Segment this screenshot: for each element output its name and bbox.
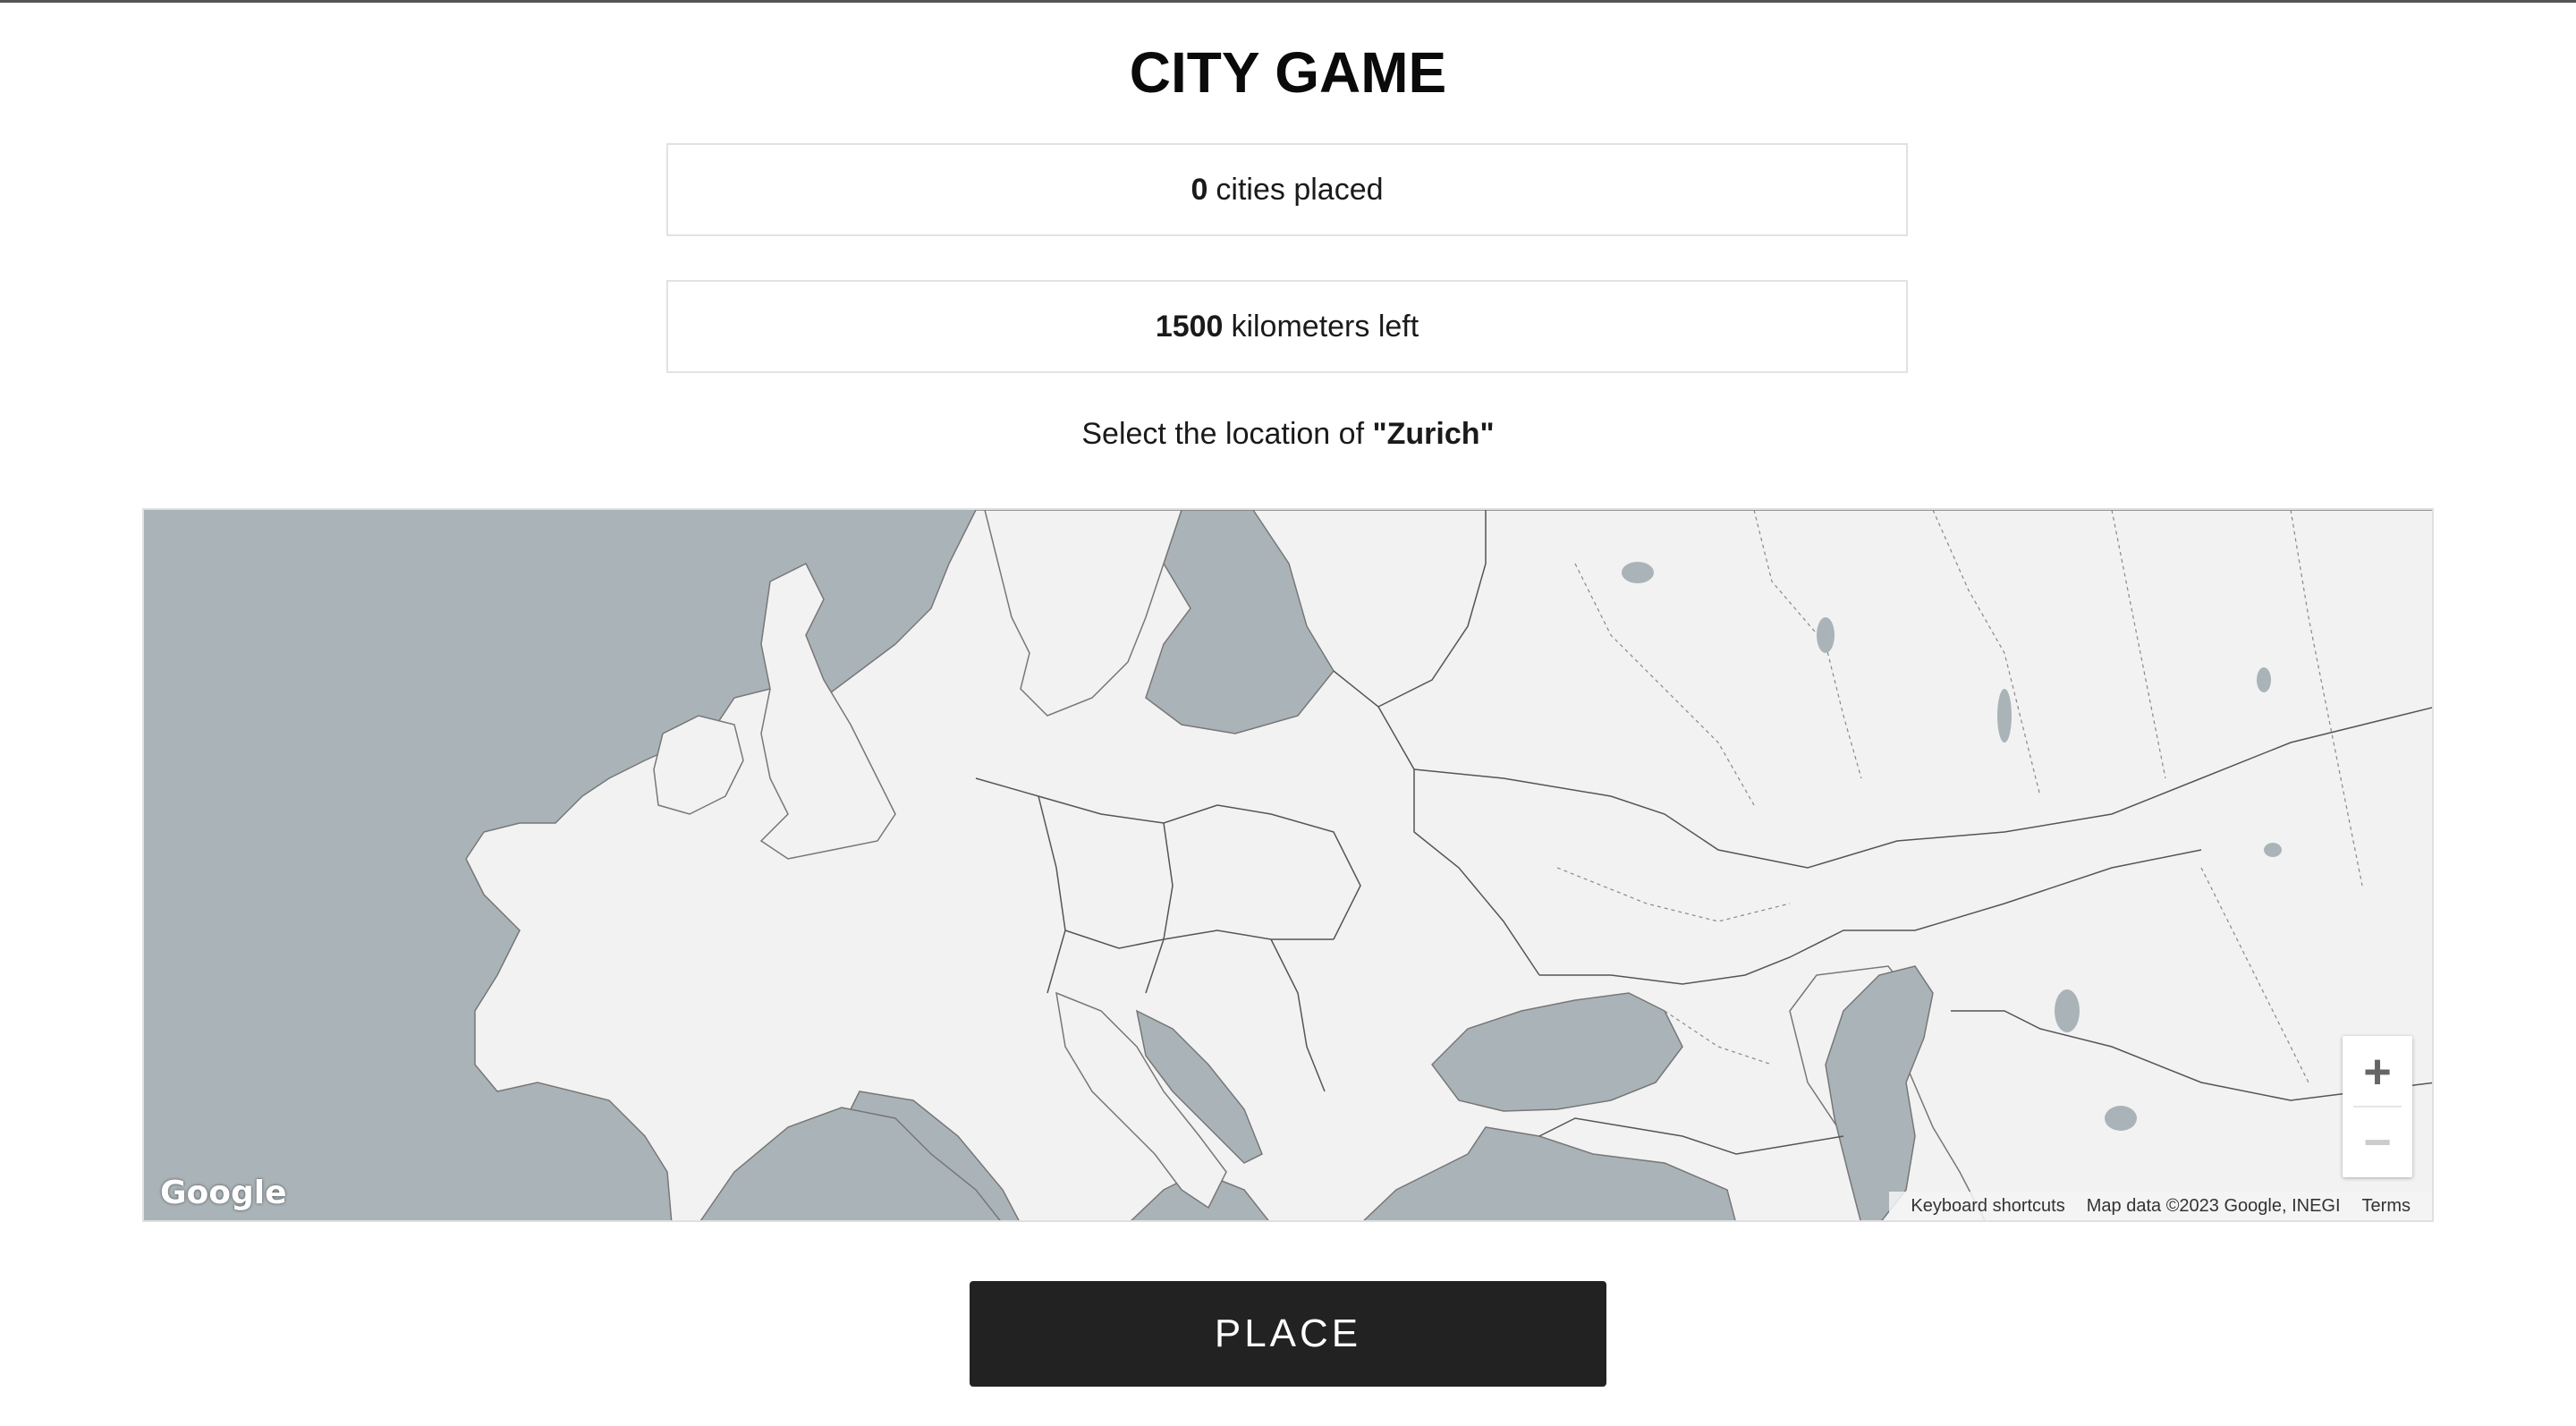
map-geography[interactable] [144, 510, 2434, 1222]
kilometers-count: 1500 [1155, 309, 1224, 344]
terms-link[interactable]: Terms [2362, 1196, 2411, 1217]
keyboard-shortcuts-link[interactable]: Keyboard shortcuts [1911, 1196, 2064, 1217]
zoom-in-button[interactable]: + [2343, 1036, 2412, 1107]
location-prompt: Select the location of "Zurich" [0, 417, 2576, 452]
prompt-city: "Zurich" [1372, 417, 1495, 451]
place-button[interactable]: PLACE [970, 1281, 1606, 1387]
cities-placed-box: 0 cities placed [666, 143, 1908, 236]
zoom-out-button[interactable]: − [2343, 1107, 2412, 1177]
map-canvas[interactable]: Google + − Keyboard shortcuts Map data ©… [142, 508, 2434, 1222]
kilometers-label: kilometers left [1231, 309, 1419, 344]
top-border [0, 0, 2576, 3]
cities-label: cities placed [1216, 172, 1384, 207]
prompt-prefix: Select the location of [1081, 417, 1365, 451]
map-attribution: Keyboard shortcuts Map data ©2023 Google… [1889, 1192, 2432, 1220]
page-title: CITY GAME [1129, 40, 1447, 105]
map-data-credit: Map data ©2023 Google, INEGI [2086, 1195, 2341, 1216]
kilometers-left-box: 1500 kilometers left [666, 280, 1908, 373]
cities-count: 0 [1191, 172, 1208, 207]
google-logo: Google [160, 1175, 287, 1211]
zoom-control: + − [2343, 1036, 2412, 1177]
